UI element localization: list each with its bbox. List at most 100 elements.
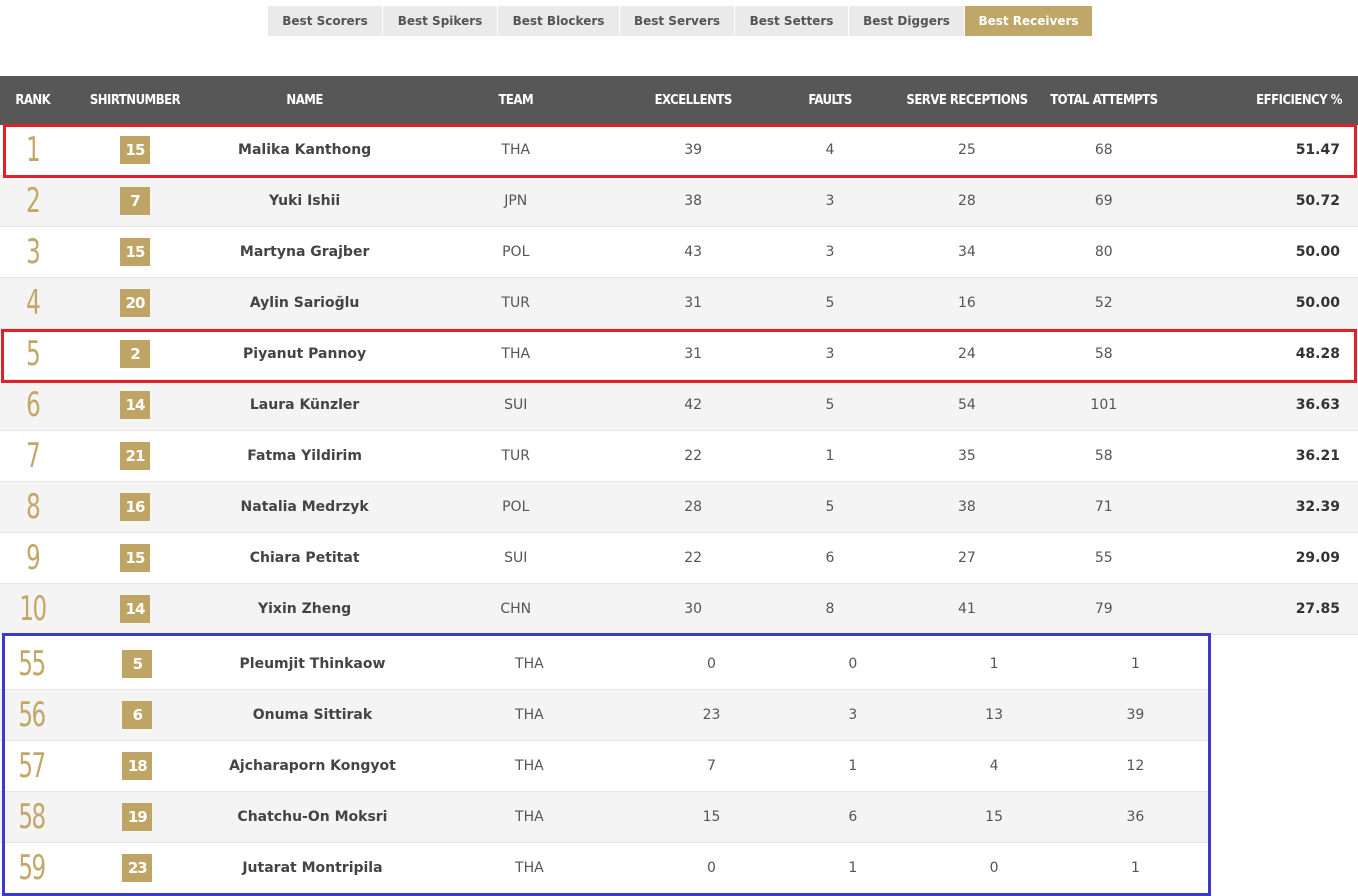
team-code: THA <box>501 142 531 158</box>
rank-cell: 4 <box>0 278 66 329</box>
team-code: SUI <box>504 550 528 566</box>
rank-cell: 6 <box>0 380 66 431</box>
col-header-efficiency[interactable]: EFFICIENCY % <box>1174 93 1358 108</box>
tab-best-setters[interactable]: Best Setters <box>735 6 848 36</box>
shirt-number-badge: 16 <box>119 493 150 521</box>
serve-receptions-value: 4 <box>989 758 999 774</box>
rank-cell: 10 <box>0 584 66 635</box>
rank-number: 10 <box>19 588 48 629</box>
col-header-faults[interactable]: FAULTS <box>760 93 901 108</box>
team-code: THA <box>501 346 531 362</box>
table-row[interactable]: 9 15 Chiara Petitat SUI 22 6 27 55 29.09 <box>0 533 1358 584</box>
serve-receptions-value: 13 <box>985 707 1003 723</box>
player-name: Ajcharaporn Kongyot <box>229 758 396 774</box>
table-row[interactable]: 5 2 Piyanut Pannoy THA 31 3 24 58 48.28 <box>0 329 1358 380</box>
rank-number: 8 <box>26 486 41 527</box>
tab-best-blockers[interactable]: Best Blockers <box>498 6 619 36</box>
shirt-cell: 15 <box>66 544 205 572</box>
col-header-serve-receptions[interactable]: SERVE RECEPTIONS <box>900 93 1033 108</box>
rank-cell: 56 <box>0 690 64 741</box>
shirt-cell: 5 <box>64 650 211 678</box>
table-row[interactable]: 55 5 Pleumjit Thinkaow THA 0 0 1 1 <box>0 639 1210 690</box>
shirt-cell: 21 <box>66 442 205 470</box>
table-row[interactable]: 59 23 Jutarat Montripila THA 0 1 0 1 <box>0 843 1210 894</box>
shirt-number-badge: 15 <box>119 136 150 164</box>
table-row[interactable]: 1 15 Malika Kanthong THA 39 4 25 68 51.47 <box>0 125 1358 176</box>
total-attempts-value: 68 <box>1094 142 1113 158</box>
serve-receptions-value: 15 <box>985 809 1003 825</box>
excellents-value: 31 <box>684 295 703 311</box>
efficiency-value: 50.72 <box>1295 193 1340 209</box>
rank-cell: 2 <box>0 176 66 227</box>
team-code: THA <box>515 656 544 672</box>
faults-value: 3 <box>825 244 835 260</box>
faults-value: 0 <box>848 656 858 672</box>
col-header-total-attempts[interactable]: TOTAL ATTEMPTS <box>1034 93 1175 108</box>
tab-best-receivers[interactable]: Best Receivers <box>965 6 1092 36</box>
table-row[interactable]: 10 14 Yixin Zheng CHN 30 8 41 79 27.85 <box>0 584 1358 635</box>
rank-cell: 1 <box>0 125 66 176</box>
efficiency-value: 27.85 <box>1295 601 1340 617</box>
table-row[interactable]: 8 16 Natalia Medrzyk POL 28 5 38 71 32.39 <box>0 482 1358 533</box>
tab-best-servers[interactable]: Best Servers <box>620 6 734 36</box>
serve-receptions-value: 38 <box>957 499 976 515</box>
rank-number: 57 <box>18 745 47 786</box>
team-code: THA <box>515 758 544 774</box>
col-header-rank[interactable]: RANK <box>0 93 66 108</box>
team-code: JPN <box>504 193 528 209</box>
player-name: Natalia Medrzyk <box>240 499 369 515</box>
shirt-cell: 19 <box>64 803 211 831</box>
player-name: Chiara Petitat <box>249 550 360 566</box>
rank-number: 7 <box>26 435 41 476</box>
table-row[interactable]: 6 14 Laura Künzler SUI 42 5 54 101 36.63 <box>0 380 1358 431</box>
table-row[interactable]: 7 21 Fatma Yildirim TUR 22 1 35 58 36.21 <box>0 431 1358 482</box>
table-row[interactable]: 58 19 Chatchu-On Moksri THA 15 6 15 36 <box>0 792 1210 843</box>
faults-value: 3 <box>825 193 835 209</box>
col-header-name[interactable]: NAME <box>204 93 405 108</box>
table-row[interactable]: 56 6 Onuma Sittirak THA 23 3 13 39 <box>0 690 1210 741</box>
serve-receptions-value: 16 <box>957 295 976 311</box>
rank-number: 2 <box>26 180 41 221</box>
table-row[interactable]: 3 15 Martyna Grajber POL 43 3 34 80 50.00 <box>0 227 1358 278</box>
faults-value: 5 <box>825 295 835 311</box>
rank-number: 55 <box>18 643 47 684</box>
table-row[interactable]: 57 18 Ajcharaporn Kongyot THA 7 1 4 12 <box>0 741 1210 792</box>
rank-cell: 55 <box>0 639 64 690</box>
efficiency-value: 50.00 <box>1295 295 1340 311</box>
faults-value: 1 <box>848 860 858 876</box>
tab-best-spikers[interactable]: Best Spikers <box>383 6 497 36</box>
tab-best-diggers[interactable]: Best Diggers <box>849 6 964 36</box>
rank-cell: 5 <box>0 329 66 380</box>
player-name: Laura Künzler <box>249 397 360 413</box>
shirt-cell: 6 <box>64 701 211 729</box>
col-header-team[interactable]: TEAM <box>405 93 627 108</box>
col-header-excellents[interactable]: EXCELLENTS <box>627 93 760 108</box>
rank-cell: 7 <box>0 431 66 482</box>
team-code: THA <box>515 707 544 723</box>
total-attempts-value: 69 <box>1094 193 1113 209</box>
excellents-value: 30 <box>684 601 703 617</box>
efficiency-value: 29.09 <box>1295 550 1340 566</box>
excellents-value: 31 <box>684 346 703 362</box>
shirt-number-badge: 20 <box>119 289 150 317</box>
total-attempts-value: 79 <box>1094 601 1113 617</box>
shirt-cell: 23 <box>64 854 211 882</box>
efficiency-value: 32.39 <box>1295 499 1340 515</box>
player-name: Malika Kanthong <box>238 142 372 158</box>
faults-value: 1 <box>825 448 835 464</box>
player-name: Yixin Zheng <box>258 601 352 617</box>
excellents-value: 22 <box>684 448 703 464</box>
serve-receptions-value: 28 <box>957 193 976 209</box>
faults-value: 6 <box>848 809 858 825</box>
faults-value: 3 <box>848 707 858 723</box>
serve-receptions-value: 54 <box>957 397 976 413</box>
shirt-number-badge: 21 <box>119 442 150 470</box>
table-row[interactable]: 4 20 Aylin Sarioğlu TUR 31 5 16 52 50.00 <box>0 278 1358 329</box>
stats-category-tabs: Best Scorers Best Spikers Best Blockers Bes… <box>268 6 1093 36</box>
tab-best-scorers[interactable]: Best Scorers <box>268 6 382 36</box>
total-attempts-value: 58 <box>1094 346 1113 362</box>
table-row[interactable]: 2 7 Yuki Ishii JPN 38 3 28 69 50.72 <box>0 176 1358 227</box>
col-header-shirtnumber[interactable]: SHIRTNUMBER <box>66 93 205 108</box>
total-attempts-value: 55 <box>1094 550 1113 566</box>
total-attempts-value: 71 <box>1094 499 1113 515</box>
